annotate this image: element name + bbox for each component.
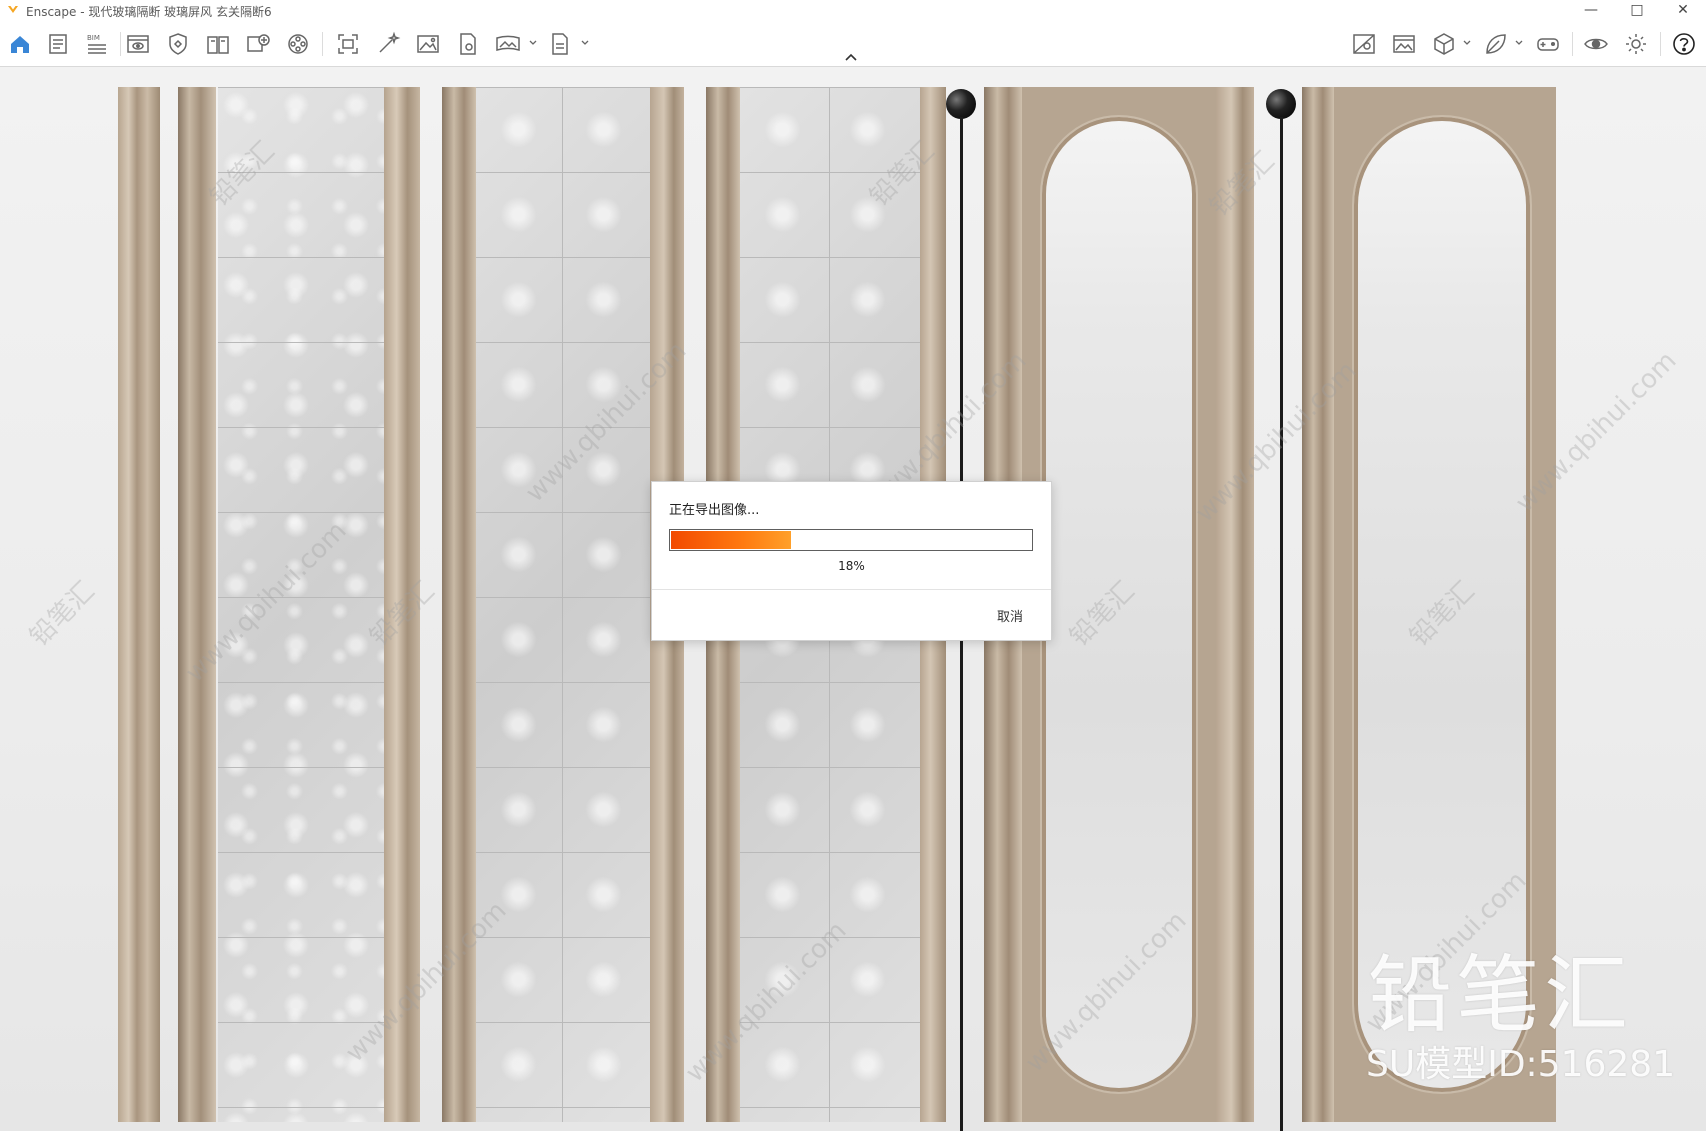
maximize-icon[interactable]: □ <box>1614 0 1660 22</box>
toolbar-separator <box>1572 32 1573 56</box>
frame-rail <box>384 87 420 1122</box>
screenshot-frame-icon[interactable] <box>334 30 362 58</box>
magic-wand-icon[interactable] <box>374 30 402 58</box>
collapse-toolbar-chevron-icon[interactable] <box>842 51 860 63</box>
gallery-icon[interactable] <box>1390 30 1418 58</box>
export-progress-bar <box>669 529 1033 551</box>
view-window-icon[interactable] <box>124 30 152 58</box>
document-settings-icon[interactable] <box>454 30 482 58</box>
rod-knob <box>1266 89 1296 119</box>
glass-partition-panel-1 <box>118 87 420 1122</box>
title-bar: Enscape - 现代玻璃隔断 玻璃屏风 玄关隔断6 — □ ✕ <box>0 0 1706 22</box>
settings-icon[interactable] <box>1622 30 1650 58</box>
frame-rail <box>118 87 160 1122</box>
arch-frosted-glass <box>1042 117 1196 1092</box>
bim-icon[interactable]: BIM <box>84 30 112 58</box>
export-progress-dialog: 正在导出图像... 18% 取消 <box>651 481 1052 641</box>
model-id-watermark: SU模型ID:516281 <box>1366 1044 1676 1085</box>
chevron-down-icon[interactable] <box>580 38 590 48</box>
document-list-icon[interactable] <box>44 30 72 58</box>
dialog-divider <box>652 589 1051 590</box>
bim-label: BIM <box>87 34 100 42</box>
frame-rail <box>442 87 476 1122</box>
chevron-down-icon[interactable] <box>1514 38 1524 48</box>
frame-rail <box>178 87 216 1122</box>
image-icon[interactable] <box>414 30 442 58</box>
glass-partition-panel-2 <box>442 87 684 1122</box>
export-file-icon[interactable] <box>546 30 574 58</box>
minimize-icon[interactable]: — <box>1568 0 1614 22</box>
close-icon[interactable]: ✕ <box>1660 0 1706 22</box>
dialog-title: 正在导出图像... <box>669 503 760 518</box>
chevron-down-icon[interactable] <box>1462 38 1472 48</box>
toolbar-separator <box>1660 32 1661 56</box>
help-icon[interactable] <box>1670 30 1698 58</box>
cancel-button[interactable]: 取消 <box>997 606 1023 625</box>
textured-glass <box>218 87 384 1122</box>
brand-watermark: 铅笔汇 <box>1368 946 1633 1044</box>
chevron-down-icon[interactable] <box>528 38 538 48</box>
book-icon[interactable] <box>204 30 232 58</box>
toolbar-separator <box>322 32 323 56</box>
shield-icon[interactable] <box>164 30 192 58</box>
enscape-logo-icon <box>8 6 18 13</box>
add-view-icon[interactable] <box>244 30 272 58</box>
frame-rail <box>1302 87 1334 1122</box>
leaf-icon[interactable] <box>1482 30 1510 58</box>
textured-glass <box>476 87 650 1122</box>
progress-percent-label: 18% <box>838 559 865 573</box>
progress-fill <box>671 531 791 549</box>
panorama-icon[interactable] <box>494 30 522 58</box>
eye-icon[interactable] <box>1582 30 1610 58</box>
watermark-brand: 铅笔汇 <box>24 576 101 653</box>
cube-icon[interactable] <box>1430 30 1458 58</box>
rod-knob <box>946 89 976 119</box>
home-icon[interactable] <box>6 30 34 58</box>
support-rod <box>1280 117 1283 1131</box>
gamepad-icon[interactable] <box>1534 30 1562 58</box>
map-view-icon[interactable] <box>1350 30 1378 58</box>
toolbar-separator <box>120 32 121 56</box>
window-title: Enscape - 现代玻璃隔断 玻璃屏风 玄关隔断6 <box>26 5 272 19</box>
video-reel-icon[interactable] <box>284 30 312 58</box>
frame-rail <box>1216 87 1254 1122</box>
